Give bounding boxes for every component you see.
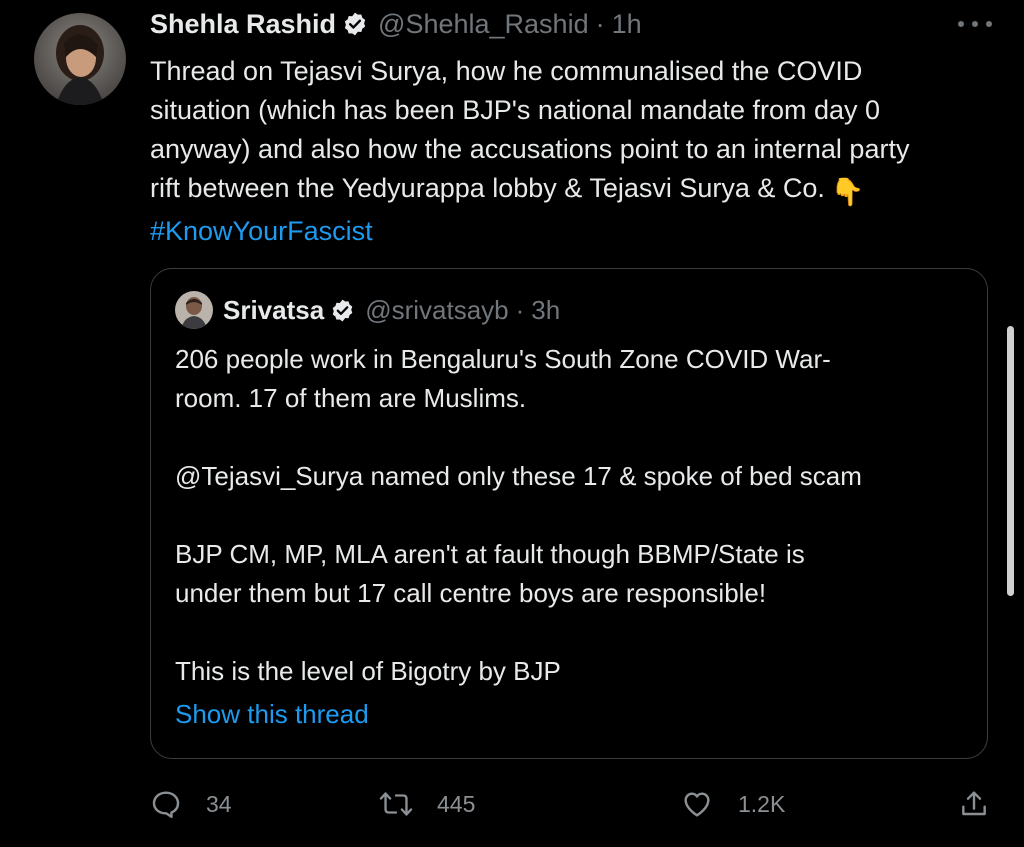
tweet[interactable]: Shehla Rashid @Shehla_Rashid · 1h Thread… bbox=[0, 0, 1024, 847]
retweet-count: 445 bbox=[437, 790, 476, 817]
author-avatar[interactable] bbox=[34, 13, 126, 105]
tweet-text-line: rift between the Yedyurappa lobby & Teja… bbox=[150, 169, 1000, 212]
pointing-down-emoji: 👇 bbox=[830, 177, 865, 207]
quoted-text-line bbox=[175, 418, 965, 457]
quoted-tweet[interactable]: Srivatsa @srivatsayb · 3h 206 people wor… bbox=[150, 268, 988, 759]
author-handle[interactable]: @Shehla_Rashid bbox=[378, 9, 589, 40]
author-name[interactable]: Shehla Rashid bbox=[150, 9, 336, 40]
tweet-text-segment: rift between the Yedyurappa lobby & Teja… bbox=[150, 173, 825, 203]
retweet-icon bbox=[379, 788, 413, 820]
share-button[interactable] bbox=[958, 782, 990, 826]
like-button[interactable]: 1.2K bbox=[680, 782, 785, 826]
separator-dot: · bbox=[595, 8, 605, 39]
tweet-text-line: anyway) and also how the accusations poi… bbox=[150, 134, 910, 164]
more-horizontal-icon[interactable] bbox=[958, 14, 992, 34]
tweet-text: Thread on Tejasvi Surya, how he communal… bbox=[150, 52, 1000, 251]
verified-badge-icon bbox=[330, 298, 355, 323]
hashtag-link[interactable]: #KnowYourFascist bbox=[150, 212, 1000, 251]
quoted-author-avatar[interactable] bbox=[175, 291, 213, 329]
reply-icon bbox=[150, 788, 182, 820]
quoted-author-handle[interactable]: @srivatsayb bbox=[365, 295, 508, 326]
quoted-text-line: @Tejasvi_Surya named only these 17 & spo… bbox=[175, 461, 862, 491]
separator-dot: · bbox=[515, 294, 525, 325]
quoted-tweet-text: 206 people work in Bengaluru's South Zon… bbox=[175, 340, 965, 691]
verified-badge-icon bbox=[342, 11, 368, 37]
retweet-button[interactable]: 445 bbox=[379, 782, 475, 826]
quoted-text-line: This is the level of Bigotry by BJP bbox=[175, 656, 561, 686]
show-thread-link[interactable]: Show this thread bbox=[175, 699, 369, 730]
quoted-author-name[interactable]: Srivatsa bbox=[223, 295, 324, 326]
like-icon bbox=[680, 788, 714, 820]
tweet-action-bar: 34 445 1.2K bbox=[150, 782, 1000, 826]
quoted-tweet-timestamp[interactable]: 3h bbox=[531, 295, 560, 326]
tweet-text-line: Thread on Tejasvi Surya, how he communal… bbox=[150, 56, 863, 86]
reply-count: 34 bbox=[206, 790, 232, 817]
like-count: 1.2K bbox=[738, 790, 786, 817]
quoted-text-line: under them but 17 call centre boys are r… bbox=[175, 578, 767, 608]
quoted-text-line bbox=[175, 613, 965, 652]
reply-button[interactable]: 34 bbox=[150, 782, 232, 826]
quoted-text-line bbox=[175, 496, 965, 535]
share-icon bbox=[958, 788, 990, 820]
quoted-text-line: BJP CM, MP, MLA aren't at fault though B… bbox=[175, 539, 805, 569]
scrollbar[interactable] bbox=[1007, 326, 1014, 596]
quoted-tweet-header: Srivatsa @srivatsayb · 3h bbox=[175, 291, 560, 329]
quoted-text-line: room. 17 of them are Muslims. bbox=[175, 383, 527, 413]
tweet-text-line: situation (which has been BJP's national… bbox=[150, 95, 881, 125]
tweet-header: Shehla Rashid @Shehla_Rashid · 1h bbox=[150, 6, 642, 42]
tweet-timestamp[interactable]: 1h bbox=[612, 9, 642, 40]
quoted-text-line: 206 people work in Bengaluru's South Zon… bbox=[175, 344, 831, 374]
